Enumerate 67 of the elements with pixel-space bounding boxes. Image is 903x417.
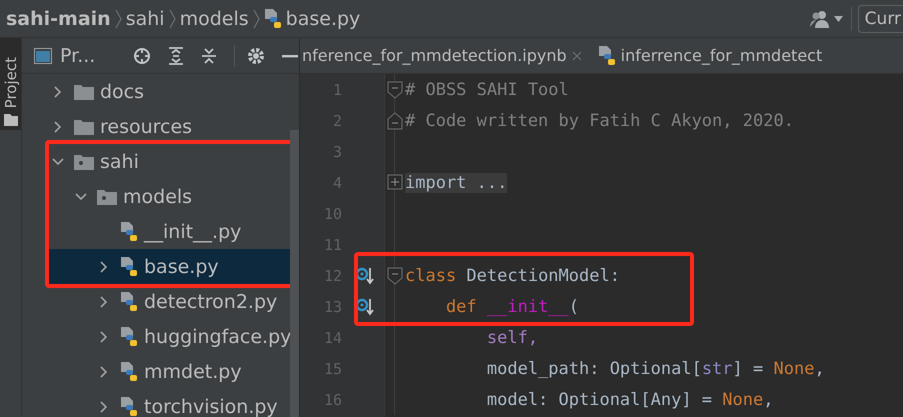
code-line: model: Optional[Any] = None, [486, 390, 774, 410]
tree-item-label: detectron2.py [144, 290, 278, 312]
scrollbar[interactable] [290, 130, 299, 417]
code-line: class DetectionModel: [405, 266, 620, 286]
project-side-tab[interactable]: Project [0, 38, 21, 130]
breadcrumb-separator-icon [114, 8, 122, 28]
tree-item-label: __init__.py [144, 220, 242, 242]
python-file-icon [120, 326, 138, 346]
python-file-icon [598, 46, 616, 66]
python-file-icon [120, 222, 138, 242]
code-line: model_path: Optional[str] = None, [486, 358, 825, 378]
collapse-all-icon[interactable] [201, 46, 218, 64]
caret-icon [834, 16, 843, 22]
minimize-icon[interactable] [282, 54, 298, 58]
tree-row[interactable]: detectron2.py [22, 284, 290, 319]
override-marker-icon[interactable] [356, 267, 376, 285]
window-icon [34, 48, 52, 64]
tree-item-label: models [123, 186, 192, 208]
tree-item-label: docs [100, 80, 144, 102]
tree-row[interactable]: base.py [49, 249, 291, 284]
package-folder-icon [74, 154, 94, 170]
tree-row[interactable]: __init__.py [49, 214, 291, 249]
python-file-icon [120, 292, 138, 312]
tree-row[interactable]: huggingface.py [22, 319, 290, 354]
breadcrumb[interactable]: base.py [286, 8, 360, 30]
target-icon[interactable] [133, 46, 152, 64]
panel-title[interactable]: Pr... [60, 44, 96, 66]
tree-row[interactable]: mmdet.py [22, 354, 290, 389]
folder-icon [74, 118, 94, 134]
tree-row[interactable]: docs [22, 74, 290, 109]
fold-icon[interactable] [387, 112, 403, 130]
python-file-icon [120, 396, 138, 416]
tree-row[interactable]: torchvision.py [22, 389, 290, 417]
python-file-icon [120, 256, 138, 276]
python-file-icon [264, 8, 282, 28]
breadcrumb[interactable]: sahi-main [6, 8, 111, 30]
editor-tab[interactable]: inferrence_for_mmdetect [590, 38, 830, 73]
tree-item-label: base.py [144, 256, 219, 278]
expand-all-icon[interactable] [168, 46, 184, 64]
fold-icon[interactable] [387, 81, 403, 99]
tree-row[interactable]: models [49, 179, 291, 214]
branch-button[interactable]: Curr [858, 4, 903, 32]
tree-row[interactable]: sahi [49, 144, 291, 179]
code-line: self, [486, 328, 538, 348]
code-line: # Code written by Fatih C Akyon, 2020. [405, 110, 794, 130]
breadcrumb-separator-icon [252, 8, 260, 28]
settings-icon[interactable] [247, 46, 266, 64]
code-line: # OBSS SAHI Tool [405, 80, 569, 100]
folder-icon [4, 114, 18, 126]
tree-item-label: torchvision.py [144, 396, 278, 417]
fold-icon[interactable] [387, 267, 403, 285]
tree-item-label: huggingface.py [144, 326, 292, 348]
breadcrumb[interactable]: models [180, 8, 249, 30]
unfold-icon[interactable] [387, 174, 403, 190]
tree-item-label: mmdet.py [144, 360, 242, 382]
editor-tab[interactable]: nference_for_mmdetection.ipynb [300, 38, 590, 73]
breadcrumb[interactable]: sahi [126, 8, 165, 30]
tree-item-label: resources [100, 116, 192, 138]
python-file-icon [120, 362, 138, 382]
package-folder-icon [97, 188, 117, 204]
folder-icon [74, 84, 94, 100]
breadcrumb-separator-icon [168, 8, 176, 28]
tree-item-label: sahi [100, 150, 139, 172]
tree-row[interactable]: resources [22, 109, 290, 144]
users-icon [808, 8, 831, 28]
code-line: def __init__( [444, 296, 580, 316]
override-marker-icon[interactable] [356, 298, 376, 316]
